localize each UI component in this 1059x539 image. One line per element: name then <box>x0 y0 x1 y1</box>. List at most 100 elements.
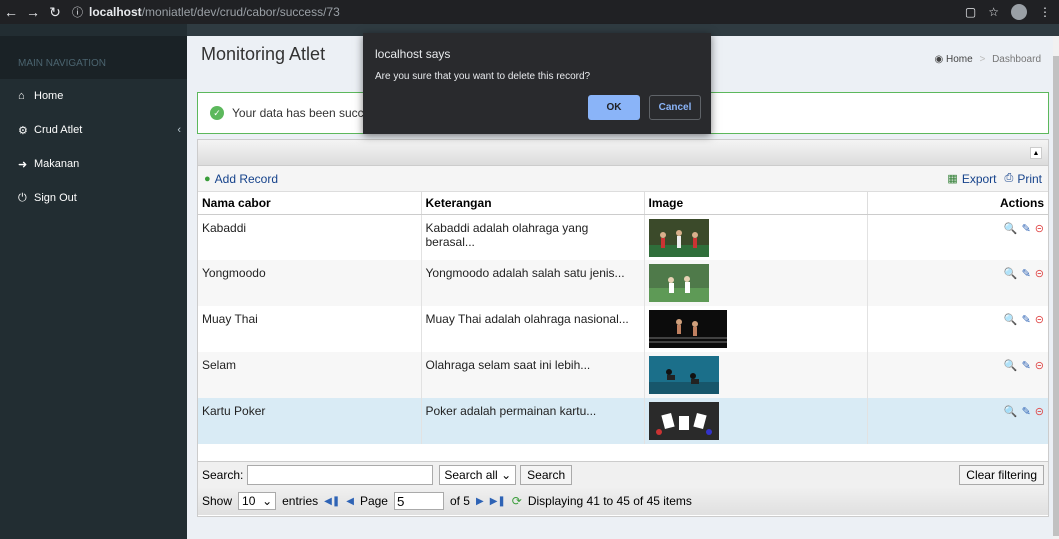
delete-icon[interactable]: ⊝ <box>1035 359 1044 372</box>
export-button[interactable]: ▦ Export <box>947 172 996 186</box>
pager-status: Displaying 41 to 45 of 45 items <box>527 494 692 508</box>
page-number-input[interactable] <box>393 492 444 510</box>
gear-icon: ⚙ <box>18 124 28 137</box>
delete-icon[interactable]: ⊝ <box>1035 222 1044 235</box>
prev-page-icon[interactable]: ◀ <box>346 496 354 507</box>
refresh-icon[interactable]: ⟳ <box>512 494 522 508</box>
delete-icon[interactable]: ⊝ <box>1035 313 1044 326</box>
cell-desc: Muay Thai adalah olahraga nasional... <box>421 306 645 352</box>
sign-in-icon: ➜ <box>18 158 28 171</box>
view-icon[interactable]: 🔍 <box>1004 267 1018 280</box>
data-grid: ▲ ● Add Record ▦ Export ⎙ Print Nama cab… <box>197 139 1049 517</box>
cancel-button[interactable]: Cancel <box>649 95 701 120</box>
cell-actions: 🔍 ✎ ⊝ <box>867 352 1048 398</box>
chevron-left-icon: ‹ <box>177 124 181 136</box>
scrollbar-thumb[interactable] <box>1053 56 1059 536</box>
table-row[interactable]: Kartu Poker Poker adalah permainan kartu… <box>198 398 1048 444</box>
cell-desc: Kabaddi adalah olahraga yang berasal... <box>421 214 645 260</box>
edit-pencil-icon[interactable]: ✎ <box>1022 313 1031 326</box>
cell-actions: 🔍 ✎ ⊝ <box>867 214 1048 260</box>
sidebar-item-sign-out[interactable]: ⏻ Sign Out <box>0 181 187 215</box>
edit-pencil-icon[interactable]: ✎ <box>1022 267 1031 280</box>
export-label: Export <box>961 171 997 186</box>
column-header[interactable]: Image <box>644 192 868 215</box>
reload-icon[interactable]: ↻ <box>44 0 66 24</box>
column-header: Actions <box>867 192 1048 215</box>
column-header[interactable]: Nama cabor <box>198 192 422 215</box>
printer-icon: ⎙ <box>1004 172 1014 184</box>
last-page-icon[interactable]: ▶❚ <box>490 496 506 507</box>
edit-pencil-icon[interactable]: ✎ <box>1022 405 1031 418</box>
cell-image <box>644 214 868 260</box>
breadcrumb-home[interactable]: Home <box>946 54 973 65</box>
menu-dots-icon[interactable]: ⋮ <box>1039 5 1051 19</box>
table-row[interactable]: Muay Thai Muay Thai adalah olahraga nasi… <box>198 306 1048 352</box>
cell-actions: 🔍 ✎ ⊝ <box>867 306 1048 352</box>
sidebar-item-makanan[interactable]: ➜ Makanan <box>0 147 187 181</box>
table-row[interactable]: Selam Olahraga selam saat ini lebih... 🔍… <box>198 352 1048 398</box>
cell-image <box>644 352 868 398</box>
address-bar[interactable]: ⓘ localhost/moniatlet/dev/crud/cabor/suc… <box>72 0 965 24</box>
selam-image[interactable] <box>648 356 719 394</box>
muay-thai-image[interactable] <box>648 310 727 348</box>
page-scrollbar[interactable] <box>1053 36 1059 539</box>
power-icon: ⏻ <box>18 191 27 204</box>
sidebar-item-label: Home <box>34 90 64 102</box>
clear-filtering-button[interactable]: Clear filtering <box>959 464 1044 485</box>
view-icon[interactable]: 🔍 <box>1004 313 1018 326</box>
page-label: Page <box>359 494 388 508</box>
sidebar-item-label: Crud Atlet <box>34 124 83 136</box>
cell-name: Selam <box>198 352 422 398</box>
dialog-title: localhost says <box>375 47 451 61</box>
add-icon: ● <box>204 172 211 185</box>
per-page-value: 10 <box>242 494 256 508</box>
add-record-button[interactable]: ● Add Record <box>204 172 278 186</box>
check-circle-icon: ✓ <box>210 106 224 120</box>
column-header[interactable]: Keterangan <box>421 192 645 215</box>
sidebar-item-label: Makanan <box>34 158 80 170</box>
edit-pencil-icon[interactable]: ✎ <box>1022 359 1031 372</box>
cell-image <box>644 260 868 306</box>
search-button[interactable]: Search <box>520 464 573 485</box>
collapse-icon[interactable]: ▲ <box>1030 147 1042 159</box>
print-label: Print <box>1017 171 1042 186</box>
view-icon[interactable]: 🔍 <box>1004 359 1018 372</box>
search-scope-select[interactable]: Search all ⌄ <box>439 464 517 485</box>
cell-name: Muay Thai <box>198 306 422 352</box>
delete-icon[interactable]: ⊝ <box>1035 405 1044 418</box>
table-row[interactable]: Kabaddi Kabaddi adalah olahraga yang ber… <box>198 214 1048 260</box>
view-icon[interactable]: 🔍 <box>1004 222 1018 235</box>
bookmark-star-icon[interactable]: ☆ <box>988 5 999 19</box>
edit-pencil-icon[interactable]: ✎ <box>1022 222 1031 235</box>
per-page-select[interactable]: 10 ⌄ <box>238 492 277 510</box>
excel-icon: ▦ <box>947 173 958 185</box>
yongmoodo-image[interactable] <box>648 264 709 302</box>
poker-image[interactable] <box>648 402 719 440</box>
sidebar: MAIN NAVIGATION ⌂ Home ⚙ Crud Atlet ‹ ➜ … <box>0 36 187 539</box>
url-host: localhost <box>89 5 142 19</box>
profile-avatar[interactable] <box>1011 4 1027 20</box>
show-label: Show <box>202 494 233 508</box>
next-page-icon[interactable]: ▶ <box>476 496 484 507</box>
view-icon[interactable]: 🔍 <box>1004 405 1018 418</box>
home-icon: ⌂ <box>18 90 25 102</box>
chevron-down-icon: ⌄ <box>262 494 273 508</box>
first-page-icon[interactable]: ◀❚ <box>324 496 340 507</box>
url-path: /moniatlet/dev/crud/cabor/success/73 <box>141 5 340 19</box>
translate-icon[interactable]: ▢ <box>965 5 976 19</box>
table-row[interactable]: Yongmoodo Yongmoodo adalah salah satu je… <box>198 260 1048 306</box>
forward-arrow-icon[interactable]: → <box>22 0 44 24</box>
sidebar-item-crud-atlet[interactable]: ⚙ Crud Atlet ‹ <box>0 113 187 147</box>
back-arrow-icon[interactable]: ← <box>0 0 22 24</box>
grid-header: ▲ <box>198 140 1048 166</box>
page-of-label: of 5 <box>449 494 470 508</box>
info-icon[interactable]: ⓘ <box>72 4 83 20</box>
sidebar-item-home[interactable]: ⌂ Home <box>0 79 187 113</box>
chevron-down-icon: ⌄ <box>501 467 512 482</box>
search-input[interactable] <box>247 464 434 485</box>
cell-name: Kabaddi <box>198 214 422 260</box>
kabaddi-image[interactable] <box>648 218 709 257</box>
delete-icon[interactable]: ⊝ <box>1035 267 1044 280</box>
print-button[interactable]: ⎙ Print <box>1005 172 1043 186</box>
ok-button[interactable]: OK <box>588 95 640 120</box>
